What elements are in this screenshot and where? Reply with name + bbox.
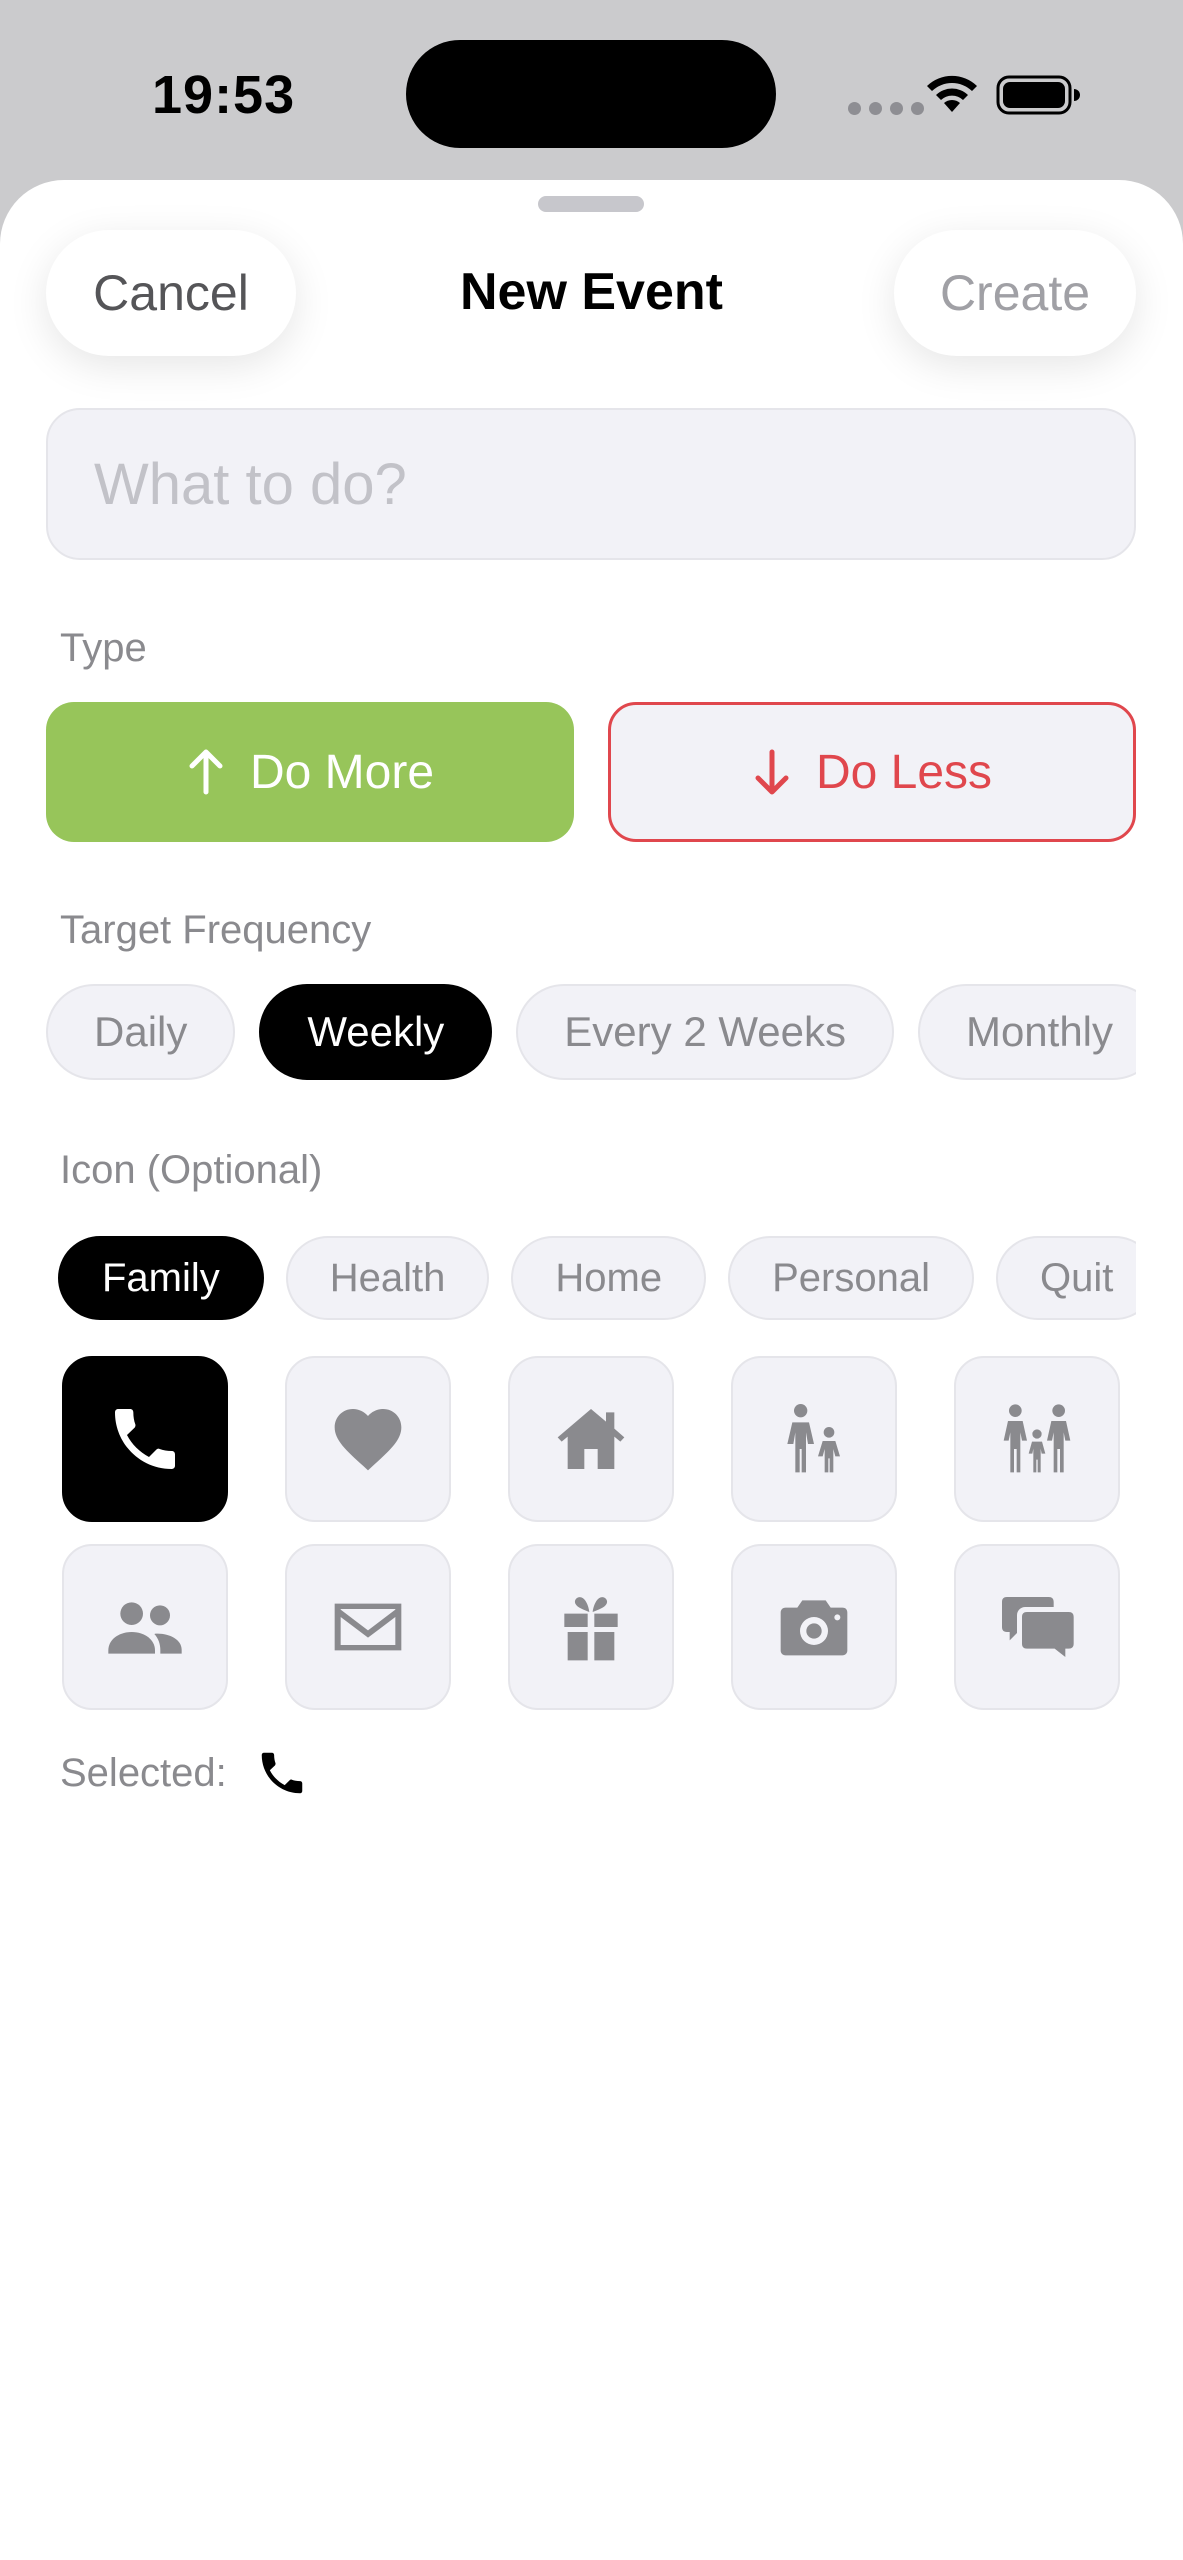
create-button[interactable]: Create	[894, 230, 1136, 356]
frequency-chip-every-2-weeks[interactable]: Every 2 Weeks	[516, 984, 894, 1080]
do-more-button[interactable]: Do More	[46, 702, 574, 842]
phone-icon	[115, 1409, 175, 1469]
new-event-sheet: Cancel New Event Create Type Do More Do …	[0, 180, 1183, 2560]
frequency-section-label: Target Frequency	[60, 908, 372, 952]
category-chip-health[interactable]: Health	[285, 1236, 490, 1320]
icon-picker-grid	[62, 1356, 1120, 1710]
category-chip-family[interactable]: Family	[58, 1236, 264, 1320]
frequency-chip-weekly[interactable]: Weekly	[259, 984, 493, 1080]
chat-bubbles-icon	[1002, 1597, 1074, 1657]
battery-icon	[996, 75, 1080, 115]
icon-section-label: Icon (Optional)	[60, 1148, 323, 1192]
icon-option-people[interactable]	[62, 1544, 228, 1710]
wifi-icon	[927, 75, 977, 112]
status-bar: 19:53	[0, 0, 1183, 180]
category-chip-personal[interactable]: Personal	[728, 1236, 974, 1320]
gift-icon	[564, 1597, 618, 1661]
category-chip-home[interactable]: Home	[511, 1236, 707, 1320]
people-icon	[108, 1602, 182, 1654]
event-title-input[interactable]	[46, 408, 1136, 560]
selected-icon-label: Selected:	[60, 1750, 227, 1795]
frequency-options: Daily Weekly Every 2 Weeks Monthly	[46, 984, 1136, 1080]
status-time: 19:53	[152, 65, 296, 125]
icon-option-gift[interactable]	[508, 1544, 674, 1710]
icon-option-camera[interactable]	[731, 1544, 897, 1710]
parent-child-icon	[787, 1404, 840, 1473]
category-chip-quit[interactable]: Quit	[995, 1236, 1136, 1320]
type-section-label: Type	[60, 626, 147, 670]
icon-option-parent-child[interactable]	[731, 1356, 897, 1522]
family-icon	[1003, 1404, 1071, 1473]
do-more-label: Do More	[249, 745, 435, 799]
camera-icon	[780, 1600, 848, 1656]
selected-icon-row: Selected:	[60, 1746, 309, 1800]
envelope-icon	[334, 1603, 402, 1651]
icon-option-chat-bubbles[interactable]	[954, 1544, 1120, 1710]
icon-option-envelope[interactable]	[285, 1544, 451, 1710]
icon-category-tabs: Family Health Home Personal Quit	[46, 1236, 1136, 1322]
house-icon	[557, 1409, 625, 1469]
frequency-chip-daily[interactable]: Daily	[46, 984, 236, 1080]
icon-option-heart[interactable]	[285, 1356, 451, 1522]
frequency-chip-monthly[interactable]: Monthly	[917, 984, 1136, 1080]
do-less-button[interactable]: Do Less	[608, 702, 1136, 842]
arrow-up-icon	[189, 749, 223, 795]
cellular-signal-icon	[848, 102, 924, 115]
heart-icon	[334, 1409, 402, 1471]
phone-icon	[261, 1752, 303, 1794]
icon-option-phone[interactable]	[62, 1356, 228, 1522]
arrow-down-icon	[755, 749, 789, 795]
do-less-label: Do Less	[815, 745, 993, 799]
icon-option-family[interactable]	[954, 1356, 1120, 1522]
icon-option-house[interactable]	[508, 1356, 674, 1522]
sheet-grabber[interactable]	[538, 196, 644, 212]
dynamic-island	[406, 40, 776, 148]
